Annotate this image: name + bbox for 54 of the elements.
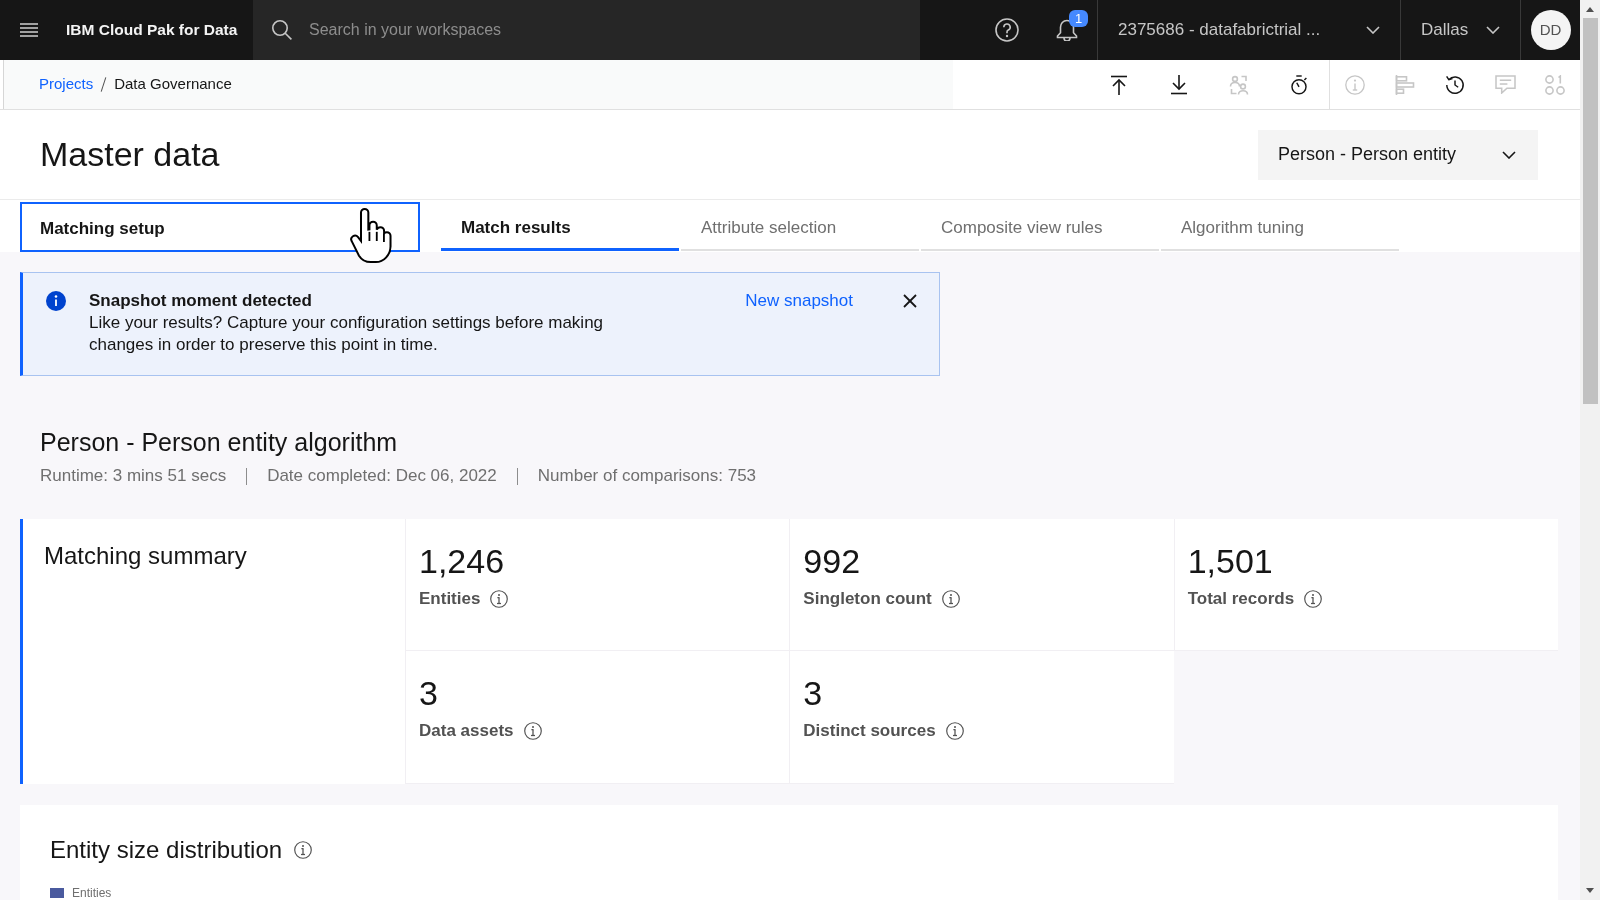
chevron-down-icon [1366,26,1380,34]
metric-value: 3 [419,673,438,713]
caret-down-icon[interactable] [1586,888,1594,893]
summary-title: Matching summary [44,541,247,571]
search-field[interactable]: Search in your workspaces [253,0,920,60]
download-icon[interactable] [1170,74,1188,95]
legend-label: Entities [72,886,112,900]
metric-value: 1,246 [419,541,505,581]
menu-icon[interactable] [20,23,38,37]
breadcrumb-link[interactable]: Projects [39,73,94,96]
info-icon[interactable] [490,589,509,608]
scrollbar-thumb[interactable] [1582,18,1598,404]
info-icon[interactable] [523,721,542,740]
bell-icon[interactable] [1056,19,1078,41]
search-icon [272,20,292,40]
section-button[interactable]: Matching setup [20,202,420,252]
algorithm-detail: Number of comparisons: 753 [537,465,757,487]
entity-dropdown[interactable]: Person - Person entity [1258,129,1538,180]
algorithm-title: Person - Person entity algorithm [40,427,398,457]
algorithm-detail: Date completed: Dec 06, 2022 [267,465,497,487]
hand-cursor-icon [350,206,394,265]
metric-label: Singleton count [803,588,932,610]
help-icon[interactable] [995,18,1019,42]
scrollbar[interactable] [1580,0,1600,900]
info-icon[interactable] [941,589,960,608]
search-input[interactable]: Search in your workspaces [309,10,909,50]
metric-label: Entities [419,588,481,610]
metric-label: Distinct sources [803,720,936,742]
algorithm-detail: Runtime: 3 mins 51 secs [40,465,227,487]
chevron-down-icon [1486,26,1500,34]
metric-label: Data assets [419,720,514,742]
chart-title: Entity size distribution [50,835,283,865]
breadcrumb-current: Data Governance [114,74,232,95]
stopwatch-icon[interactable] [1290,74,1308,95]
product-name[interactable]: IBM Cloud Pak for Data [58,18,253,42]
close-icon[interactable] [903,294,917,308]
info-icon[interactable] [294,841,313,859]
metric-value: 3 [803,673,823,713]
new-snapshot-link[interactable]: New snapshot [745,290,853,312]
caret-up-icon[interactable] [1586,7,1594,12]
metric-value: 992 [803,541,861,581]
avatar[interactable]: DD [1530,10,1571,50]
info-icon[interactable] [945,721,964,740]
notification-title: Snapshot moment detected [89,290,313,312]
notification-badge: 1 [1069,10,1089,27]
metric-label: Total records [1187,588,1295,610]
history-icon[interactable] [1445,74,1465,95]
upload-icon[interactable] [1110,74,1128,95]
metric-value: 1,501 [1187,541,1273,581]
page-title: Master data [40,134,220,175]
notification-message: Like your results? Capture your configuration settings before making changes in order to preserve this point in time. [89,312,605,356]
info-icon [46,291,66,311]
chevron-down-icon [1502,150,1516,159]
info-icon[interactable] [1304,589,1323,608]
